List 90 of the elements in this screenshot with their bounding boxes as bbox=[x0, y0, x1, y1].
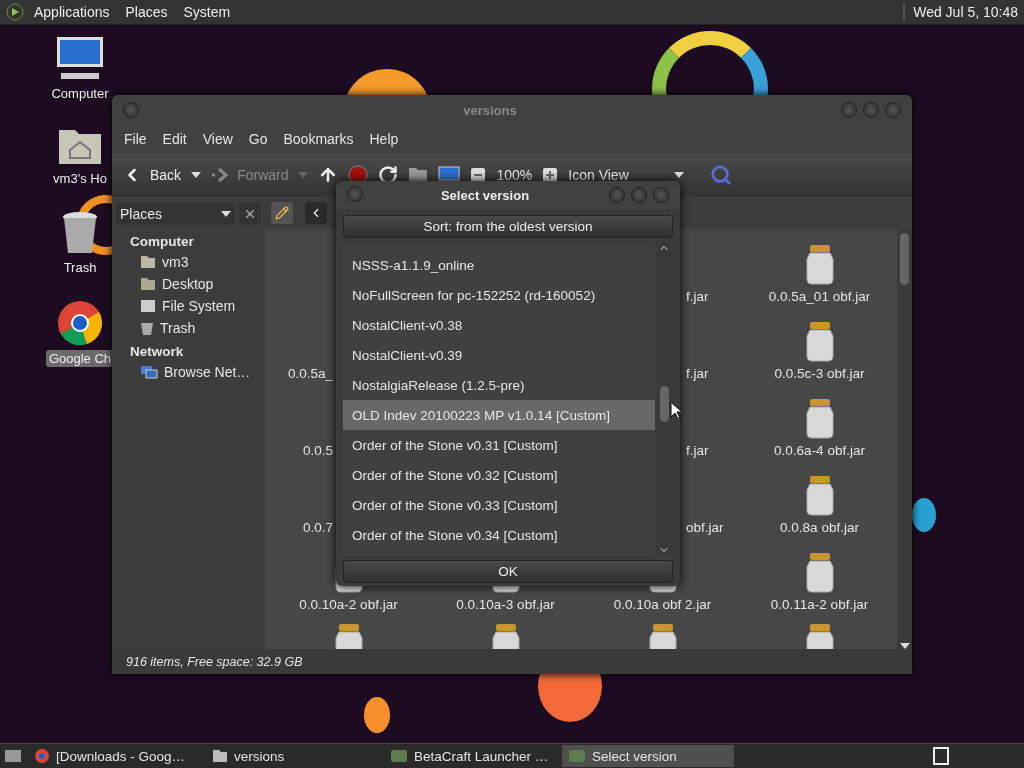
desktop-icon-label[interactable]: Google Ch bbox=[45, 350, 115, 367]
file-name: 0.0.5a_01 obf.jar bbox=[768, 289, 871, 304]
menu-item[interactable]: Help bbox=[361, 131, 407, 147]
sidebar-item[interactable]: vm3 bbox=[162, 254, 189, 270]
file-name: f.jar bbox=[686, 443, 709, 458]
panel-menu[interactable]: System bbox=[177, 4, 237, 20]
drive-icon bbox=[140, 299, 156, 313]
menu-item[interactable]: Edit bbox=[154, 131, 195, 147]
folder-icon bbox=[140, 277, 156, 291]
launcher-icon bbox=[390, 749, 408, 763]
sidebar-heading: Network bbox=[129, 343, 185, 361]
wallpaper-circle bbox=[364, 697, 390, 733]
wallpaper-pill bbox=[912, 498, 936, 532]
menu-item[interactable]: View bbox=[194, 131, 241, 147]
taskbar-item[interactable]: [Downloads - Goog… bbox=[28, 745, 200, 767]
menu-item[interactable]: File bbox=[116, 131, 155, 147]
window-title: versions bbox=[462, 102, 518, 118]
trash-icon bbox=[140, 320, 154, 336]
sidebar-item[interactable]: Browse Net… bbox=[164, 364, 251, 380]
version-item[interactable]: NostalClient-v0.39 bbox=[343, 340, 655, 370]
scrollbar-thumb[interactable] bbox=[900, 233, 909, 285]
folder-icon bbox=[212, 749, 228, 763]
file-name: 0.0.7 bbox=[302, 520, 333, 535]
file-name: 0.0.5 bbox=[302, 443, 333, 458]
status-bar: 916 items, Free space: 32.9 GB bbox=[112, 649, 912, 674]
zoom-in-icon[interactable] bbox=[542, 167, 559, 183]
version-item[interactable]: NSSS-a1.1.9_online bbox=[343, 250, 655, 280]
sidebar-item[interactable]: Trash bbox=[160, 320, 196, 336]
desktop-icon-label[interactable]: Computer bbox=[48, 85, 112, 102]
file-name: f.jar bbox=[686, 289, 709, 304]
taskbar-item[interactable]: Select version bbox=[562, 745, 734, 767]
file-name: 0.0.10a-2 obf.jar bbox=[299, 597, 398, 612]
sidebar-item[interactable]: Desktop bbox=[162, 276, 214, 292]
taskbar-item[interactable]: versions bbox=[206, 745, 378, 767]
version-item[interactable]: Order of the Stone v0.34 [Custom] bbox=[343, 520, 655, 550]
menu-item[interactable]: Bookmarks bbox=[275, 131, 362, 147]
workspace-icon[interactable] bbox=[932, 747, 950, 765]
version-item[interactable]: Order of the Stone v0.33 [Custom] bbox=[343, 490, 655, 520]
browser-icon bbox=[57, 300, 103, 346]
version-item[interactable]: Order of the Stone v0.31 [Custom] bbox=[343, 430, 655, 460]
version-item[interactable]: OLD Indev 20100223 MP v1.0.14 [Custom] bbox=[343, 400, 655, 430]
edit-location-button[interactable] bbox=[271, 202, 293, 224]
show-desktop-icon[interactable] bbox=[4, 748, 22, 764]
scrollbar[interactable] bbox=[897, 229, 912, 649]
sidebar-heading: Computer bbox=[129, 233, 195, 251]
version-item[interactable]: Order of the Stone v0.32 [Custom] bbox=[343, 460, 655, 490]
file-name: f.jar bbox=[686, 366, 709, 381]
monitor-icon bbox=[55, 35, 105, 81]
back-button[interactable]: Back bbox=[122, 165, 182, 185]
trash-icon bbox=[61, 211, 99, 255]
panel-menu[interactable]: Applications bbox=[28, 4, 116, 20]
scrollbar-thumb[interactable] bbox=[659, 386, 669, 422]
ok-button[interactable]: OK bbox=[343, 560, 673, 583]
file-name: 0.0.5a_ bbox=[287, 366, 333, 381]
version-item[interactable]: NoFullScreen for pc-152252 (rd-160052) bbox=[343, 280, 655, 310]
clock[interactable]: Wed Jul 5, 10:48 bbox=[903, 4, 1018, 20]
network-icon bbox=[140, 365, 158, 379]
menu-item[interactable]: Go bbox=[240, 131, 276, 147]
caret-icon[interactable] bbox=[221, 211, 231, 217]
desktop-icon-label[interactable]: vm3's Ho bbox=[50, 170, 110, 187]
panel-menu[interactable]: Places bbox=[119, 4, 174, 20]
browser-icon bbox=[34, 748, 50, 764]
search-icon[interactable] bbox=[710, 164, 733, 186]
mouse-cursor-icon bbox=[670, 401, 682, 419]
taskbar-item[interactable]: BetaCraft Launcher … bbox=[384, 745, 556, 767]
launcher-icon bbox=[568, 749, 586, 763]
file-name: 0.0.6a-4 obf.jar bbox=[774, 443, 865, 458]
zoom-level: 100% bbox=[496, 167, 533, 183]
zoom-out-icon[interactable] bbox=[470, 167, 487, 183]
file-name: 0.0.10a-3 obf.jar bbox=[456, 597, 555, 612]
file-name: 0.0.5c-3 obf.jar bbox=[774, 366, 865, 381]
dialog-title: Select version bbox=[439, 187, 531, 203]
sidebar-item[interactable]: File System bbox=[162, 298, 236, 314]
play-logo-icon[interactable] bbox=[6, 3, 24, 21]
sort-button[interactable]: Sort: from the oldest version bbox=[343, 215, 673, 238]
file-name: 0.0.11a-2 obf.jar bbox=[770, 597, 869, 612]
version-item[interactable]: NostalgiaRelease (1.2.5-pre) bbox=[343, 370, 655, 400]
home-folder-icon bbox=[140, 255, 156, 269]
caret-icon[interactable] bbox=[191, 172, 202, 178]
caret-icon[interactable] bbox=[674, 172, 685, 178]
file-name: 0.0.8a obf.jar bbox=[780, 520, 859, 535]
file-name: obf.jar bbox=[686, 520, 724, 535]
version-item[interactable]: NostalClient-v0.38 bbox=[343, 310, 655, 340]
places-selector[interactable]: Places bbox=[116, 203, 235, 225]
file-name: 0.0.10a obf 2.jar bbox=[613, 597, 712, 612]
monitor-icon[interactable] bbox=[438, 166, 461, 184]
forward-arrow-icon bbox=[211, 167, 230, 183]
desktop-icon-label[interactable]: Trash bbox=[60, 259, 100, 276]
view-selector[interactable]: Icon View bbox=[568, 167, 665, 183]
folder-icon[interactable] bbox=[408, 167, 429, 183]
